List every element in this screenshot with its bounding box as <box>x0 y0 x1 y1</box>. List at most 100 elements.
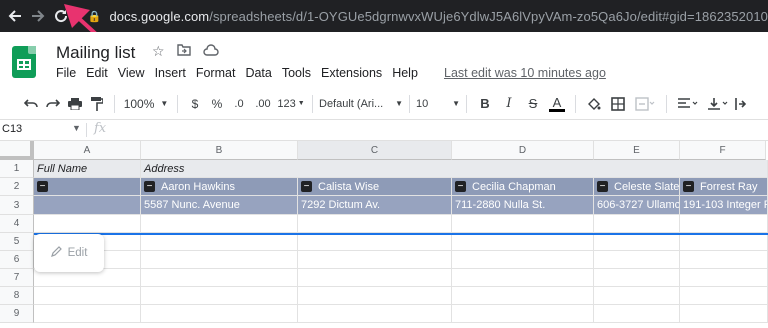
collapse-icon[interactable]: − <box>597 181 608 192</box>
paint-format-icon[interactable] <box>86 92 108 116</box>
star-icon[interactable]: ☆ <box>152 43 165 60</box>
font-size-select[interactable]: 10 ▼ <box>416 92 460 116</box>
increase-decimal-button[interactable]: .00 <box>250 92 276 116</box>
cell-e4[interactable] <box>594 215 680 233</box>
cell-c8[interactable] <box>298 287 452 305</box>
cell-e5[interactable] <box>594 233 680 251</box>
row-header-9[interactable]: 9 <box>0 305 34 323</box>
cell-c5[interactable] <box>298 233 452 251</box>
move-folder-icon[interactable] <box>176 43 191 60</box>
bold-button[interactable]: B <box>473 92 497 116</box>
row-header-6[interactable]: 6 <box>0 251 34 269</box>
vertical-align-icon[interactable] <box>703 92 733 116</box>
cell-c7[interactable] <box>298 269 452 287</box>
edit-chip[interactable]: Edit <box>34 234 104 272</box>
cell-f9[interactable] <box>680 305 768 323</box>
redo-icon[interactable] <box>42 92 64 116</box>
cell-c2[interactable]: − Calista Wise <box>298 178 452 196</box>
column-header-c[interactable]: C <box>298 141 452 160</box>
undo-icon[interactable] <box>20 92 42 116</box>
cell-e9[interactable] <box>594 305 680 323</box>
menu-help[interactable]: Help <box>392 66 418 80</box>
cell-d8[interactable] <box>452 287 594 305</box>
print-icon[interactable] <box>64 92 86 116</box>
cell-e2[interactable]: − Celeste Slater <box>594 178 680 196</box>
cell-e6[interactable] <box>594 251 680 269</box>
row-header-3[interactable]: 3 <box>0 196 34 215</box>
zoom-select[interactable]: 100% ▼ <box>121 92 171 116</box>
font-select[interactable]: Default (Ari... ▼ <box>319 92 403 116</box>
merge-cells-icon[interactable] <box>630 92 660 116</box>
menu-extensions[interactable]: Extensions <box>321 66 382 80</box>
collapse-icon[interactable]: − <box>301 181 312 192</box>
row-header-2[interactable]: 2 <box>0 178 34 196</box>
cell-b6[interactable] <box>141 251 298 269</box>
cell-a4[interactable] <box>34 215 141 233</box>
cell-c3[interactable]: 7292 Dictum Av. <box>298 196 452 215</box>
cell-b8[interactable] <box>141 287 298 305</box>
currency-button[interactable]: $ <box>184 92 206 116</box>
cell-d9[interactable] <box>452 305 594 323</box>
borders-icon[interactable] <box>606 92 630 116</box>
cell-d6[interactable] <box>452 251 594 269</box>
percent-button[interactable]: % <box>206 92 228 116</box>
cell-b4[interactable] <box>141 215 298 233</box>
cell-d2[interactable]: − Cecilia Chapman <box>452 178 594 196</box>
column-header-d[interactable]: D <box>452 141 594 160</box>
menu-edit[interactable]: Edit <box>86 66 108 80</box>
cell-f7[interactable] <box>680 269 768 287</box>
collapse-icon[interactable]: − <box>455 181 466 192</box>
sheets-logo-icon[interactable] <box>12 46 36 78</box>
cell-f2[interactable]: − Forrest Ray <box>680 178 768 196</box>
menu-file[interactable]: File <box>56 66 76 80</box>
cell-d7[interactable] <box>452 269 594 287</box>
horizontal-align-icon[interactable] <box>673 92 703 116</box>
menu-format[interactable]: Format <box>196 66 236 80</box>
cell-f6[interactable] <box>680 251 768 269</box>
cell-f3[interactable]: 191-103 Integer R <box>680 196 768 215</box>
column-header-a[interactable]: A <box>34 141 141 160</box>
cell-a1[interactable]: Full Name <box>34 160 141 178</box>
address-bar[interactable]: docs.google.com/spreadsheets/d/1-OYGUe5d… <box>109 9 768 24</box>
cell-c6[interactable] <box>298 251 452 269</box>
menu-tools[interactable]: Tools <box>282 66 311 80</box>
cell-b2[interactable]: − Aaron Hawkins <box>141 178 298 196</box>
cell-a8[interactable] <box>34 287 141 305</box>
text-color-button[interactable]: A <box>545 92 569 116</box>
select-all-corner[interactable] <box>0 141 34 160</box>
document-title[interactable]: Mailing list <box>56 43 135 63</box>
cell-b7[interactable] <box>141 269 298 287</box>
cell-b9[interactable] <box>141 305 298 323</box>
cell-d4[interactable] <box>452 215 594 233</box>
name-box[interactable]: C13 ▼ <box>2 123 82 135</box>
cell-c9[interactable] <box>298 305 452 323</box>
row-header-7[interactable]: 7 <box>0 269 34 287</box>
cell-e8[interactable] <box>594 287 680 305</box>
cell-f5[interactable] <box>680 233 768 251</box>
cell-b1[interactable]: Address <box>141 160 768 178</box>
menu-data[interactable]: Data <box>245 66 271 80</box>
forward-icon[interactable] <box>29 4 46 28</box>
column-header-f[interactable]: F <box>680 141 766 160</box>
fill-color-icon[interactable] <box>582 92 606 116</box>
cell-d5[interactable] <box>452 233 594 251</box>
collapse-icon[interactable]: − <box>37 181 48 192</box>
back-icon[interactable] <box>6 4 23 28</box>
cell-e7[interactable] <box>594 269 680 287</box>
decrease-decimal-button[interactable]: .0 <box>228 92 250 116</box>
cell-e3[interactable]: 606-3727 Ullamco <box>594 196 680 215</box>
row-header-8[interactable]: 8 <box>0 287 34 305</box>
row-header-4[interactable]: 4 <box>0 215 34 233</box>
cloud-status-icon[interactable] <box>202 43 219 60</box>
cell-c4[interactable] <box>298 215 452 233</box>
collapse-icon[interactable]: − <box>144 181 155 192</box>
collapse-icon[interactable]: − <box>683 181 694 192</box>
cell-f8[interactable] <box>680 287 768 305</box>
row-header-1[interactable]: 1 <box>0 160 34 178</box>
cell-a2[interactable]: − <box>34 178 141 196</box>
cell-b5[interactable] <box>141 233 298 251</box>
text-wrap-icon[interactable] <box>733 92 749 116</box>
number-format-select[interactable]: 123 ▼ <box>276 92 306 116</box>
strikethrough-button[interactable]: S <box>521 92 545 116</box>
cell-a9[interactable] <box>34 305 141 323</box>
